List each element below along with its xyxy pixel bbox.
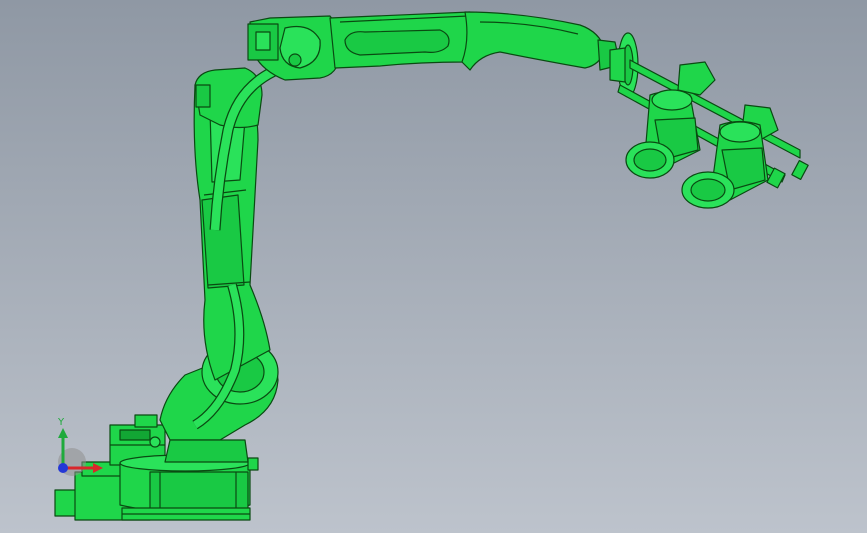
y-axis-label: Y [57,417,65,428]
coordinate-triad: Y [57,417,103,476]
dual-gripper-tool[interactable] [617,59,809,209]
3d-viewport[interactable]: Y [0,0,867,533]
robot-arm-model[interactable]: Y [0,0,867,533]
robot-upper-arm[interactable] [247,11,621,81]
